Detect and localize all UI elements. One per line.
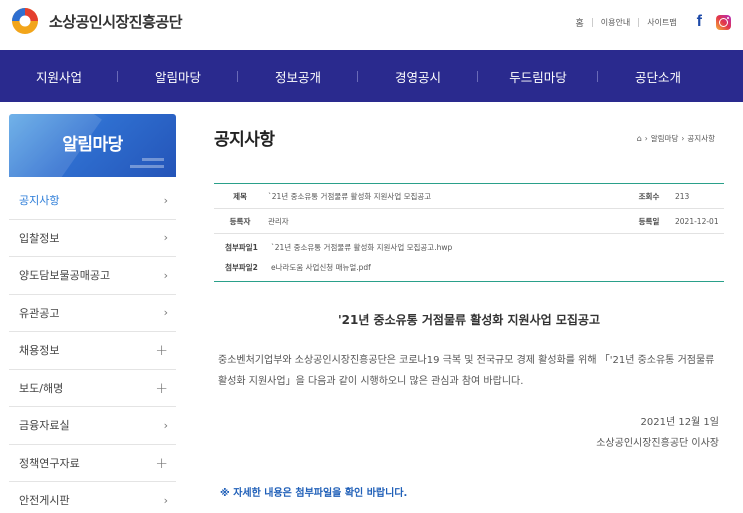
attachment-line: 첨부파일2 e나라도움 사업신청 매뉴얼.pdf	[214, 262, 724, 273]
notice-signer: 소상공인시장진흥공단 이사장	[596, 438, 719, 449]
subject-value: `21년 중소유통 거점물류 활성화 지원사업 모집공고	[268, 191, 432, 201]
sidebar-item-policy[interactable]: 정책연구자료 +	[9, 445, 176, 482]
sitemap-link[interactable]: 사이트맵	[647, 17, 676, 28]
nav-item-about[interactable]: 공단소개	[598, 67, 718, 86]
main-nav: 지원사업 알림마당 정보공개 경영공시 두드림마당 공단소개	[0, 50, 743, 102]
sidebar-item-label: 금융자료실	[19, 419, 70, 433]
date-label: 등록일	[638, 216, 660, 226]
sidebar-item-label: 보도/해명	[19, 381, 64, 395]
logo-text: 소상공인시장진흥공단	[49, 12, 183, 31]
divider	[591, 17, 593, 27]
page-title: 공지사항	[214, 130, 275, 150]
site-logo[interactable]: 소상공인시장진흥공단	[8, 6, 183, 36]
sidebar-item-bid[interactable]: 입찰정보 ›	[9, 220, 176, 257]
attachment-note: ※ 자세한 내용은 첨부파일을 확인 바랍니다.	[220, 488, 408, 499]
plus-icon: +	[155, 378, 168, 397]
attachments-row: 첨부파일1 `21년 중소유통 거점물류 활성화 지원사업 모집공고.hwp 첨…	[214, 234, 724, 282]
chevron-right-icon: ›	[163, 493, 168, 507]
author-label: 등록자	[229, 216, 251, 226]
plus-icon: +	[155, 341, 168, 360]
attachment-label: 첨부파일2	[225, 263, 258, 272]
sidebar-item-label: 입찰정보	[19, 231, 60, 245]
nav-item-disclosure[interactable]: 정보공개	[238, 67, 358, 86]
banner-decoration	[142, 158, 164, 161]
sidebar-item-label: 유관공고	[19, 306, 60, 320]
sidebar-item-auction[interactable]: 양도담보물공매공고 ›	[9, 257, 176, 295]
sidebar-item-finance[interactable]: 금융자료실 ›	[9, 407, 176, 445]
sidebar-item-press[interactable]: 보도/해명 +	[9, 370, 176, 407]
sidebar-item-label: 안전게시판	[19, 494, 70, 508]
nav-item-notice[interactable]: 알림마당	[118, 67, 238, 86]
breadcrumb-separator: ›	[644, 134, 648, 143]
breadcrumb-item[interactable]: 공지사항	[687, 133, 715, 144]
breadcrumb-separator: ›	[681, 134, 685, 143]
site-header: 소상공인시장진흥공단 홈 이용안내 사이트맵 f	[0, 0, 743, 50]
sidebar-item-notice[interactable]: 공지사항 ›	[9, 182, 176, 220]
sidebar-item-related[interactable]: 유관공고 ›	[9, 295, 176, 332]
attachment-line: 첨부파일1 `21년 중소유통 거점물류 활성화 지원사업 모집공고.hwp	[214, 242, 724, 253]
subject-label: 제목	[233, 191, 247, 201]
logo-mark-icon	[12, 8, 38, 34]
views-label: 조회수	[638, 191, 660, 201]
sidebar-item-label: 채용정보	[19, 344, 60, 358]
nav-item-support[interactable]: 지원사업	[0, 67, 118, 86]
chevron-right-icon: ›	[163, 268, 168, 282]
sidebar-item-label: 공지사항	[19, 194, 60, 208]
sidebar-item-safety[interactable]: 안전게시판 ›	[9, 482, 176, 513]
chevron-right-icon: ›	[163, 418, 168, 432]
attachment-label: 첨부파일1	[225, 243, 258, 252]
attachment-link[interactable]: `21년 중소유통 거점물류 활성화 지원사업 모집공고.hwp	[269, 242, 724, 253]
facebook-icon[interactable]: f	[697, 13, 702, 31]
plus-icon: +	[155, 453, 168, 472]
date-value: 2021-12-01	[675, 216, 719, 226]
nav-item-management[interactable]: 경영공시	[358, 67, 478, 86]
sidebar-item-label: 정책연구자료	[19, 456, 80, 470]
views-value: 213	[675, 191, 690, 201]
notice-title: '21년 중소유통 거점물류 활성화 지원사업 모집공고	[337, 313, 601, 327]
sidebar-banner: 알림마당	[9, 114, 176, 177]
home-icon[interactable]: ⌂	[637, 134, 642, 143]
author-value: 관리자	[268, 216, 289, 226]
sidebar-item-recruit[interactable]: 채용정보 +	[9, 332, 176, 370]
post-info-row: 제목 `21년 중소유통 거점물류 활성화 지원사업 모집공고 조회수 213	[214, 184, 724, 209]
chevron-right-icon: ›	[163, 231, 168, 245]
notice-body: 중소벤처기업부와 소상공인시장진흥공단은 코로나19 극복 및 전국규모 경제 …	[218, 355, 715, 387]
attachment-link[interactable]: e나라도움 사업신청 매뉴얼.pdf	[269, 262, 724, 273]
breadcrumb: ⌂ › 알림마당 › 공지사항	[637, 133, 715, 144]
home-link[interactable]: 홈	[575, 16, 583, 29]
notice-date: 2021년 12월 1일	[640, 417, 720, 428]
chevron-right-icon: ›	[163, 306, 168, 320]
post-info-table: 제목 `21년 중소유통 거점물류 활성화 지원사업 모집공고 조회수 213 …	[214, 183, 724, 282]
chevron-right-icon: ›	[163, 193, 168, 207]
banner-decoration	[130, 165, 164, 168]
guide-link[interactable]: 이용안내	[601, 17, 630, 28]
sidebar-item-label: 양도담보물공매공고	[19, 269, 111, 283]
post-info-row: 등록자 관리자 등록일 2021-12-01	[214, 209, 724, 234]
divider	[638, 17, 640, 27]
utility-nav: 홈 이용안내 사이트맵 f	[575, 13, 731, 31]
breadcrumb-item[interactable]: 알림마당	[651, 133, 679, 144]
instagram-icon[interactable]	[716, 14, 731, 30]
nav-item-dodream[interactable]: 두드림마당	[478, 67, 598, 86]
sidebar-menu: 공지사항 › 입찰정보 › 양도담보물공매공고 › 유관공고 › 채용정보 + …	[9, 182, 176, 513]
